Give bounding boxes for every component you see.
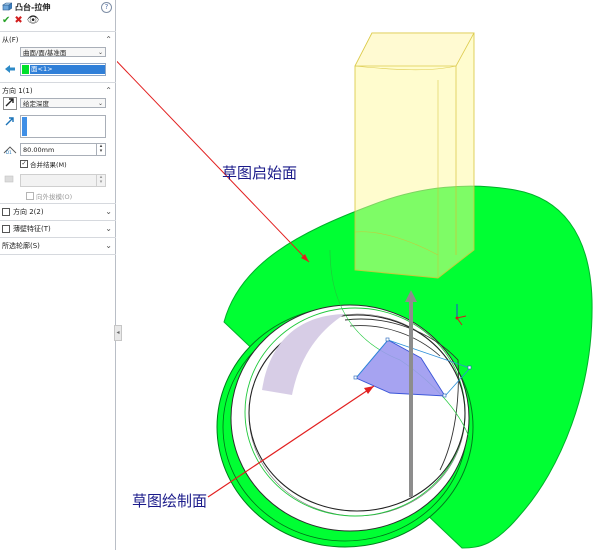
divider <box>0 254 116 255</box>
direction-color-swatch <box>22 117 27 136</box>
merge-result-label: 合并结果(M) <box>30 161 67 169</box>
draft-outward-label: 向外拔模(O) <box>36 193 73 201</box>
ok-icon[interactable]: ✔ <box>2 15 10 27</box>
face-selection-icon <box>3 64 17 76</box>
unchecked-icon[interactable] <box>2 208 10 216</box>
checked-icon[interactable]: ✓ <box>20 160 28 168</box>
section-thin-feature-label: 薄壁特征(T) <box>13 225 51 233</box>
preview-eye-icon[interactable]: 👁 <box>27 15 40 27</box>
depth-dimension-icon: D1 <box>3 143 17 155</box>
depth-input[interactable]: 80.00mm ▴ ▾ <box>20 143 106 156</box>
draft-outward-checkbox[interactable]: 向外拔模(O) <box>26 191 72 201</box>
chevron-down-icon[interactable]: ⌄ <box>105 241 112 250</box>
svg-text:D1: D1 <box>6 150 12 155</box>
selection-box[interactable]: 面<1> <box>20 63 106 76</box>
start-condition-select[interactable]: 曲面/面/基准面 ⌄ <box>20 47 106 57</box>
section-selected-contours-label: 所选轮廓(S) <box>2 242 40 250</box>
divider <box>0 203 116 204</box>
depth-spinner[interactable]: ▴ ▾ <box>96 144 105 155</box>
section-direction2[interactable]: 方向 2(2) ⌄ <box>2 207 114 218</box>
chevron-down-icon: ⌄ <box>97 49 103 56</box>
selection-item[interactable]: 面<1> <box>30 65 105 74</box>
start-condition-value: 曲面/面/基准面 <box>23 49 67 57</box>
annotation-arrow-start-face <box>105 49 310 263</box>
section-selected-contours[interactable]: 所选轮廓(S) ⌄ <box>2 241 114 252</box>
chevron-down-icon[interactable]: ⌄ <box>105 207 112 216</box>
section-direction1[interactable]: 方向 1(1) ⌃ <box>2 86 114 97</box>
direction-reference-box[interactable] <box>20 115 106 138</box>
divider <box>0 237 116 238</box>
action-buttons: ✔ ✖ 👁 <box>2 15 39 27</box>
extrude-preview-prism <box>354 32 475 279</box>
boss-extrude-icon <box>2 2 13 11</box>
unchecked-icon[interactable] <box>26 192 34 200</box>
end-condition-select[interactable]: 给定深度 ⌄ <box>20 98 106 108</box>
inner-bore <box>248 314 466 512</box>
depth-value[interactable]: 80.00mm <box>23 146 54 154</box>
section-from-label: 从(F) <box>2 36 19 44</box>
chevron-up-icon[interactable]: ⌃ <box>105 35 112 44</box>
draft-icon <box>3 173 17 185</box>
property-manager-panel: 凸台-拉伸 ? ✔ ✖ 👁 从(F) ⌃ 曲面/面/基准面 ⌄ 面<1> 方向 … <box>0 0 116 550</box>
section-direction1-label: 方向 1(1) <box>2 87 33 95</box>
divider <box>0 82 116 83</box>
chevron-up-icon[interactable]: ⌃ <box>105 86 112 95</box>
merge-result-checkbox[interactable]: ✓ 合并结果(M) <box>20 159 67 169</box>
end-condition-value: 给定深度 <box>23 100 49 108</box>
section-from[interactable]: 从(F) ⌃ <box>2 35 114 46</box>
label-sketch-plane: 草图绘制面 <box>132 492 208 510</box>
label-sketch-start-face: 草图启始面 <box>222 164 298 182</box>
draft-angle-input[interactable]: ▴ ▾ <box>20 174 106 187</box>
panel-title: 凸台-拉伸 <box>15 2 51 12</box>
direction-vector-icon <box>3 116 17 128</box>
selection-color-swatch <box>22 65 29 74</box>
draft-spinner[interactable]: ▴ ▾ <box>96 175 105 186</box>
help-icon[interactable]: ? <box>101 2 112 13</box>
divider <box>0 31 116 32</box>
reverse-direction-icon[interactable] <box>3 97 17 110</box>
section-direction2-label: 方向 2(2) <box>13 208 44 216</box>
unchecked-icon[interactable] <box>2 225 10 233</box>
section-thin-feature[interactable]: 薄壁特征(T) ⌄ <box>2 224 114 235</box>
chevron-down-icon: ⌄ <box>97 100 103 107</box>
panel-titlebar: 凸台-拉伸 ? <box>0 0 116 14</box>
model-view <box>105 32 593 549</box>
graphics-viewport[interactable]: 草图启始面 草图绘制面 <box>105 0 600 550</box>
cancel-icon[interactable]: ✖ <box>14 15 22 27</box>
divider <box>0 220 116 221</box>
chevron-down-icon[interactable]: ⌄ <box>105 224 112 233</box>
